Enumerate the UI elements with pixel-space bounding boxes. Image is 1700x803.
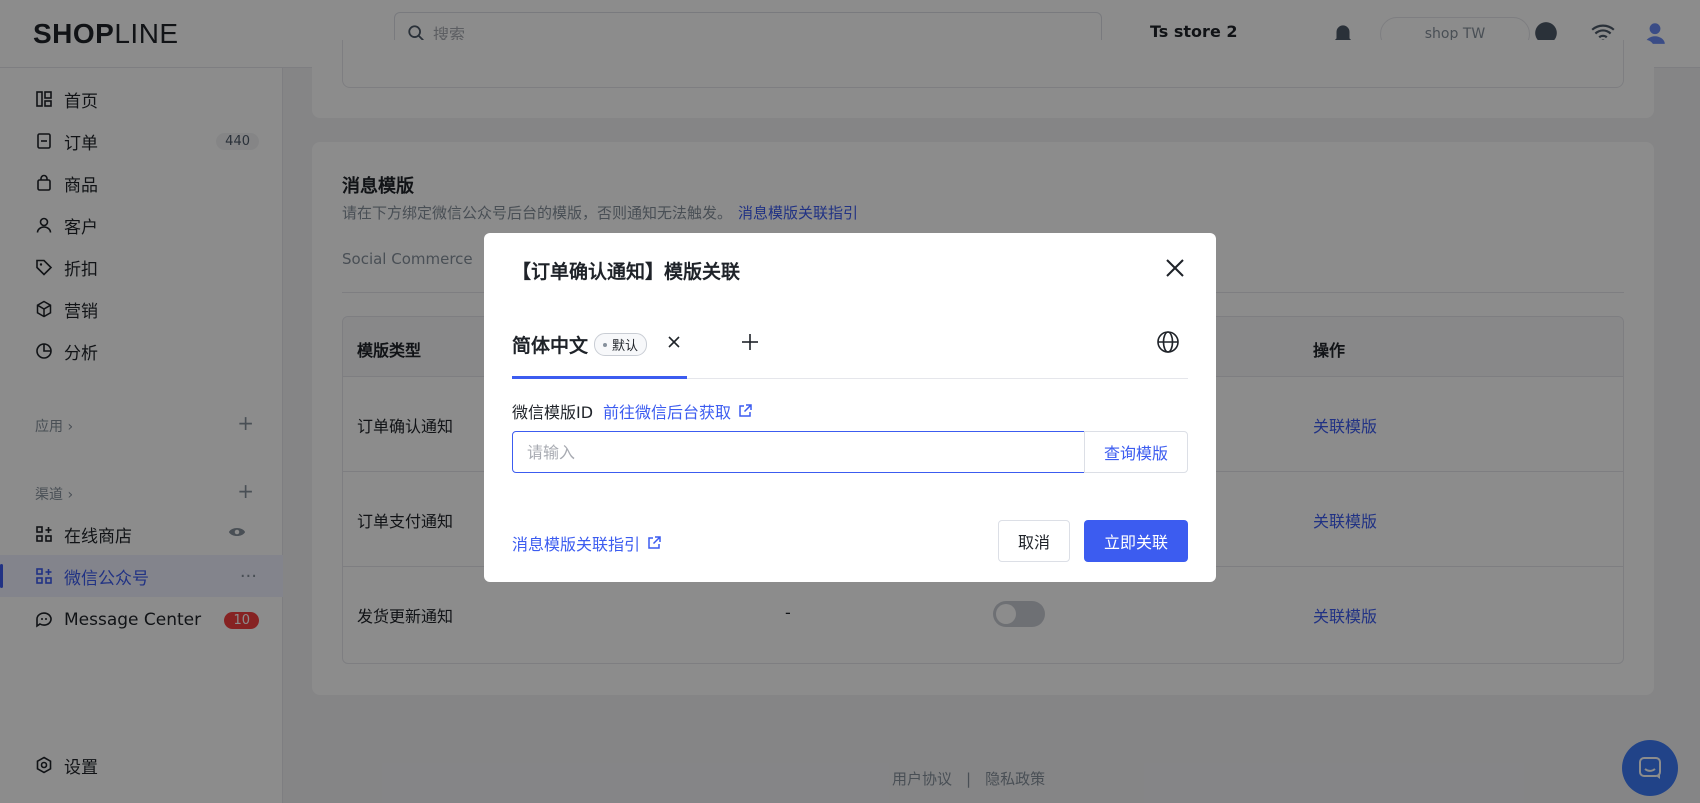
template-id-label: 微信模版ID 前往微信后台获取 [512, 399, 753, 423]
dialog-title: 【订单确认通知】模版关联 [512, 261, 741, 283]
external-link-icon [648, 536, 661, 549]
default-badge: 默认 [594, 333, 648, 356]
link-now-button[interactable]: 立即关联 [1084, 520, 1188, 562]
tab-simplified-chinese[interactable]: 简体中文 默认 [512, 331, 648, 358]
remove-language-icon[interactable] [667, 335, 681, 349]
cancel-button[interactable]: 取消 [998, 520, 1070, 562]
wechat-backend-link[interactable]: 前往微信后台获取 [603, 399, 753, 423]
close-icon[interactable] [1164, 257, 1186, 279]
external-link-icon [739, 404, 752, 417]
globe-icon[interactable] [1156, 330, 1180, 354]
template-guide-link[interactable]: 消息模版关联指引 [512, 531, 662, 555]
template-id-input[interactable] [512, 431, 1085, 473]
query-template-button[interactable]: 查询模版 [1084, 431, 1188, 473]
add-language-icon[interactable] [740, 332, 760, 352]
template-link-dialog: 【订单确认通知】模版关联 简体中文 默认 微信模版ID 前往微信后台获取 查询模… [484, 233, 1216, 582]
